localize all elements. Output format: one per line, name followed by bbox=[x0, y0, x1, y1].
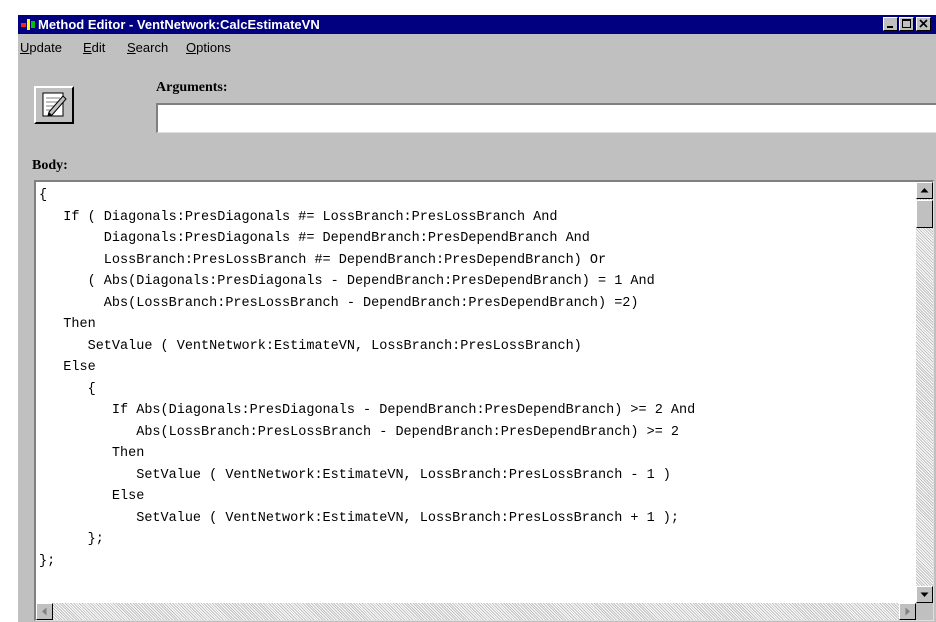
notepad-pencil-icon bbox=[42, 92, 67, 117]
arrow-down-icon bbox=[920, 592, 929, 597]
code-line: Else bbox=[39, 360, 96, 375]
code-line: }; bbox=[39, 553, 56, 569]
code-line: { bbox=[39, 381, 96, 397]
body-editor[interactable]: { If ( Diagonals:PresDiagonals #= LossBr… bbox=[34, 180, 934, 621]
minimize-button[interactable] bbox=[883, 17, 898, 31]
code-line: SetValue ( VentNetwork:EstimateVN, LossB… bbox=[39, 338, 582, 354]
arrow-up-icon bbox=[920, 188, 929, 193]
code-line: { bbox=[39, 188, 48, 203]
code-line: Else bbox=[39, 489, 145, 504]
vertical-scrollbar[interactable] bbox=[916, 182, 933, 603]
code-line: If ( Diagonals:PresDiagonals #= LossBran… bbox=[39, 209, 558, 225]
scrollbar-corner bbox=[916, 603, 933, 620]
code-line: Abs(LossBranch:PresLossBranch - DependBr… bbox=[39, 424, 680, 440]
scroll-right-button[interactable] bbox=[899, 603, 916, 620]
code-line: SetValue ( VentNetwork:EstimateVN, LossB… bbox=[39, 467, 671, 483]
arguments-label: Arguments: bbox=[156, 80, 228, 95]
body-label: Body: bbox=[32, 158, 68, 173]
scroll-down-button[interactable] bbox=[916, 586, 933, 603]
code-line: Then bbox=[39, 446, 145, 461]
arrow-left-icon bbox=[42, 607, 47, 616]
menu-update[interactable]: Update bbox=[20, 40, 62, 55]
app-icon bbox=[21, 18, 35, 31]
maximize-button[interactable] bbox=[899, 17, 914, 31]
menu-search[interactable]: Search bbox=[127, 40, 168, 55]
horizontal-scrollbar[interactable] bbox=[36, 603, 916, 620]
code-line: SetValue ( VentNetwork:EstimateVN, LossB… bbox=[39, 510, 680, 526]
code-text-area[interactable]: { If ( Diagonals:PresDiagonals #= LossBr… bbox=[39, 185, 909, 595]
code-line: Then bbox=[39, 317, 96, 332]
scroll-up-button[interactable] bbox=[916, 182, 933, 199]
code-line: Diagonals:PresDiagonals #= DependBranch:… bbox=[39, 231, 590, 246]
edit-arguments-button[interactable] bbox=[34, 86, 74, 124]
menu-edit[interactable]: Edit bbox=[83, 40, 105, 55]
method-editor-window: Method Editor - VentNetwork:CalcEstimate… bbox=[18, 15, 936, 622]
code-line: }; bbox=[39, 532, 104, 547]
scroll-left-button[interactable] bbox=[36, 603, 53, 620]
window-title: Method Editor - VentNetwork:CalcEstimate… bbox=[38, 17, 320, 32]
menu-bar: Update Edit Search Options bbox=[18, 37, 936, 57]
code-line: If Abs(Diagonals:PresDiagonals - DependB… bbox=[39, 403, 696, 418]
menu-options[interactable]: Options bbox=[186, 40, 231, 55]
code-line: LossBranch:PresLossBranch #= DependBranc… bbox=[39, 252, 607, 268]
code-line: Abs(LossBranch:PresLossBranch - DependBr… bbox=[39, 295, 639, 311]
arguments-field[interactable] bbox=[156, 103, 936, 133]
vertical-scroll-thumb[interactable] bbox=[916, 200, 933, 228]
code-line: ( Abs(Diagonals:PresDiagonals - DependBr… bbox=[39, 274, 655, 289]
title-bar: Method Editor - VentNetwork:CalcEstimate… bbox=[18, 15, 936, 34]
arrow-right-icon bbox=[905, 607, 910, 616]
close-button[interactable] bbox=[916, 17, 931, 31]
